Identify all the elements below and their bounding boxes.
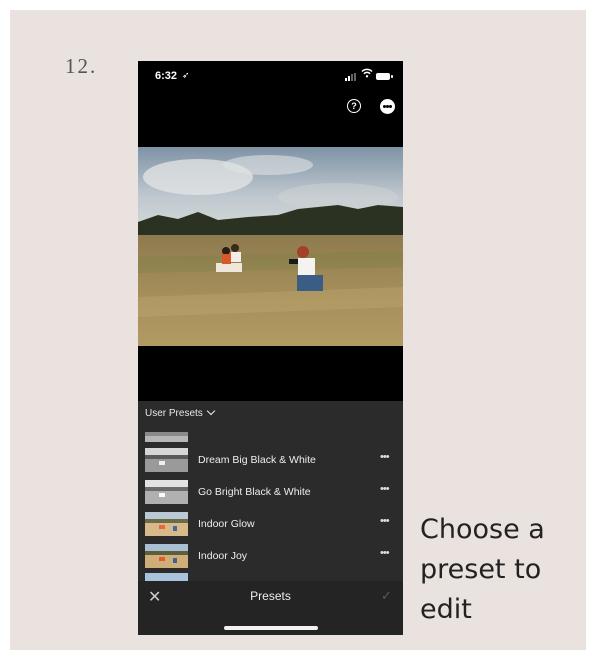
- preset-row[interactable]: Go Bright Black & White •••: [138, 480, 403, 504]
- checkmark-icon[interactable]: ✓: [381, 588, 392, 604]
- preset-more-icon[interactable]: •••: [380, 451, 390, 463]
- location-arrow-icon: ➶: [182, 70, 190, 80]
- more-options-icon[interactable]: [380, 99, 395, 114]
- preset-thumbnail: [145, 432, 188, 442]
- photo-preview: [138, 147, 403, 346]
- preset-thumbnail: [145, 448, 188, 472]
- preset-group-label: User Presets: [145, 408, 203, 419]
- preset-label: Go Bright Black & White: [198, 486, 311, 498]
- battery-icon: [376, 73, 393, 80]
- step-number: 12.: [65, 54, 98, 78]
- preset-thumbnail: [145, 544, 188, 568]
- preset-row[interactable]: Indoor Joy •••: [138, 544, 403, 568]
- preset-thumbnail: [145, 573, 188, 581]
- home-indicator[interactable]: [224, 626, 318, 630]
- chevron-down-icon: [206, 406, 216, 416]
- help-icon[interactable]: ?: [347, 99, 361, 113]
- preset-row[interactable]: Dream Big Black & White •••: [138, 448, 403, 472]
- preset-group-dropdown[interactable]: User Presets: [145, 406, 216, 419]
- instruction-caption: Choose a preset to edit: [420, 514, 545, 625]
- preset-label: Dream Big Black & White: [198, 454, 316, 466]
- panel-title: Presets: [250, 589, 291, 603]
- preset-label: Indoor Glow: [198, 518, 255, 530]
- phone-screen: 6:32 ➶ ? User Presets Dream Big Black & …: [138, 61, 403, 635]
- preset-thumbnail: [145, 512, 188, 536]
- wifi-icon: [361, 68, 373, 81]
- preset-more-icon[interactable]: •••: [380, 547, 390, 559]
- status-bar: 6:32 ➶: [138, 61, 403, 91]
- preset-row[interactable]: Indoor Glow •••: [138, 512, 403, 536]
- preset-more-icon[interactable]: •••: [380, 483, 390, 495]
- preset-thumbnail: [145, 480, 188, 504]
- instruction-card: 12. Choose a preset to edit 6:32 ➶ ? Use…: [10, 10, 586, 650]
- presets-panel: User Presets Dream Big Black & White •••…: [138, 401, 403, 581]
- bottom-bar: ✕ Presets ✓: [138, 581, 403, 635]
- signal-strength-icon: [345, 73, 357, 81]
- preset-label: Indoor Joy: [198, 550, 248, 562]
- preset-more-icon[interactable]: •••: [380, 515, 390, 527]
- status-time: 6:32: [155, 70, 178, 82]
